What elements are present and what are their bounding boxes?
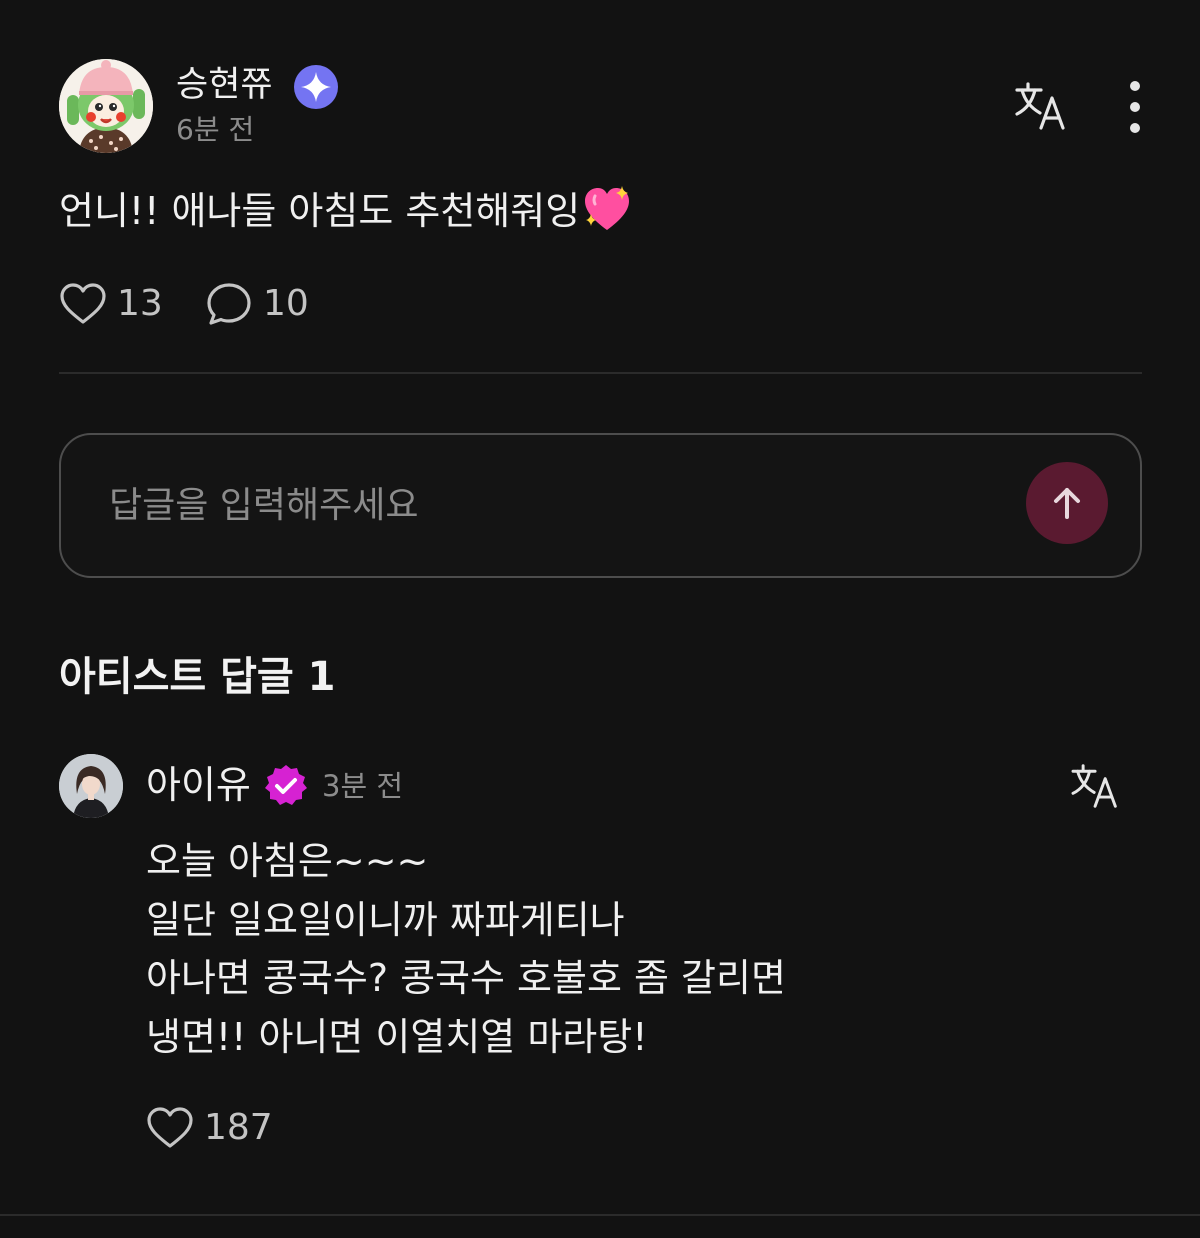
heart-outline-icon [60,283,106,324]
artist-avatar[interactable] [59,754,123,818]
divider [59,372,1142,374]
arrow-up-icon [1054,488,1080,519]
reply-input-container [59,433,1142,578]
artist-profile-photo [59,754,123,818]
reply-content: 오늘 아침은~~~ 일단 일요일이니까 짜파게티나 아나면 콩국수? 콩국수 호… [146,832,786,1066]
post-content: 언니!! 애나들 아침도 추천해줘잉 [59,184,632,238]
pink-check-badge-icon [263,763,309,809]
like-button[interactable]: 13 [59,278,163,330]
reply-like-button[interactable]: 187 [146,1102,273,1154]
translate-reply-button[interactable] [1070,763,1122,809]
send-reply-button[interactable] [1026,462,1108,544]
reply-line: 아나면 콩국수? 콩국수 호불호 좀 갈리면 [146,956,786,1000]
like-count: 13 [117,283,163,324]
reply-input[interactable] [109,473,1009,537]
comment-count: 10 [263,283,309,324]
comment-bubble-icon [207,283,251,325]
divider [0,1214,1200,1216]
reply-like-count: 187 [204,1107,273,1148]
cactus-character-avatar-image [59,59,153,153]
translate-icon [1015,82,1065,130]
post-timestamp: 6분 전 [176,113,255,146]
blue-sparkle-badge-icon [293,64,339,110]
artist-name[interactable]: 아이유 [146,762,251,808]
heart-outline-icon [147,1107,193,1148]
reply-line: 오늘 아침은~~~ [146,839,429,883]
more-vertical-icon [1130,81,1140,133]
author-name[interactable]: 승현쮸 [176,62,273,108]
reply-line: 냉면!! 아니면 이열치열 마라탕! [146,1014,648,1059]
comment-button[interactable]: 10 [205,278,309,330]
translate-button[interactable] [1014,81,1070,131]
translate-icon [1071,764,1117,808]
artist-replies-title: 아티스트 답글 1 [59,654,336,700]
reply-timestamp: 3분 전 [322,769,404,803]
sparkling-heart-emoji-icon [585,186,630,230]
post-content-text: 언니!! 애나들 아침도 추천해줘잉 [59,189,581,233]
author-avatar[interactable] [59,59,153,153]
more-options-button[interactable] [1116,78,1154,136]
reply-line: 일단 일요일이니까 짜파게티나 [146,897,625,942]
